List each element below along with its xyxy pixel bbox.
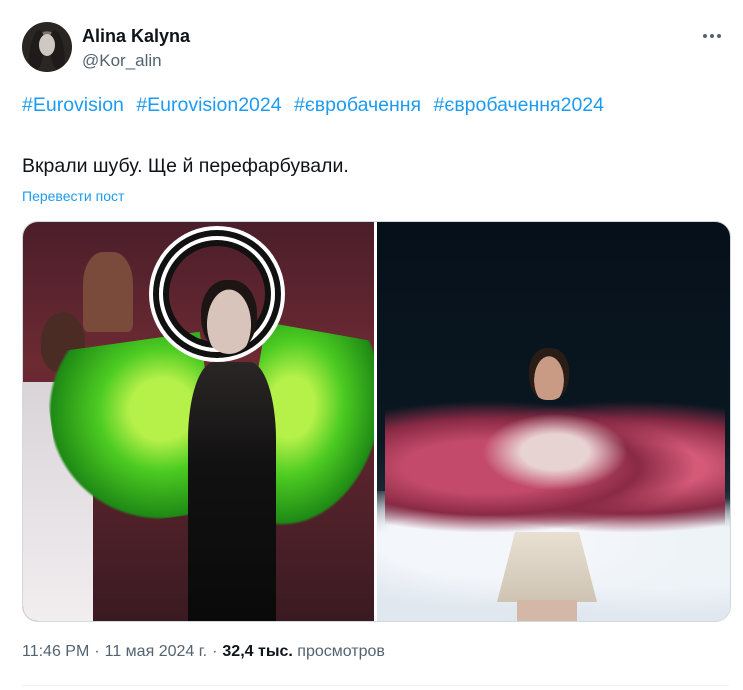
hashtag-link[interactable]: #Eurovision (22, 94, 124, 116)
hashtag-list: #Eurovision #Eurovision2024 #євробачення… (22, 94, 611, 117)
author-handle[interactable]: @Kor_alin (82, 51, 162, 71)
photo-background-person (83, 252, 133, 332)
meta-separator: · (94, 643, 100, 660)
photo-performer-head (529, 348, 569, 400)
meta-separator: · (212, 643, 218, 660)
photo-performer-dress (188, 362, 276, 621)
photo-pink-fur-coat (385, 392, 725, 542)
translate-post-link[interactable]: Перевести пост (22, 188, 124, 204)
hashtag-link[interactable]: #євробачення2024 (434, 94, 604, 116)
hashtag-link[interactable]: #євробачення (294, 94, 421, 116)
hashtag-link[interactable]: #Eurovision2024 (136, 94, 281, 116)
views-count: 32,4 тыс. (222, 643, 293, 660)
more-horizontal-icon (703, 34, 707, 38)
more-horizontal-icon (710, 34, 714, 38)
tweet-date[interactable]: 11 мая 2024 г. (105, 643, 207, 660)
divider (22, 685, 729, 686)
photo-left[interactable] (23, 222, 374, 621)
photo-performer-legs (517, 600, 577, 621)
avatar-face (39, 34, 55, 56)
media-grid (22, 221, 731, 622)
more-options-button[interactable] (695, 22, 729, 50)
author-display-name[interactable]: Alina Kalyna (82, 26, 190, 47)
photo-right[interactable] (377, 222, 730, 621)
more-horizontal-icon (717, 34, 721, 38)
tweet-meta: 11:46 PM · 11 мая 2024 г. · 32,4 тыс. просмо… (22, 643, 385, 661)
avatar[interactable] (22, 22, 72, 72)
tweet-time[interactable]: 11:46 PM (22, 643, 89, 660)
tweet-text: Вкрали шубу. Ще й перефарбували. (22, 155, 349, 177)
photo-performer-head (201, 280, 257, 354)
views-label: просмотров (297, 643, 385, 660)
